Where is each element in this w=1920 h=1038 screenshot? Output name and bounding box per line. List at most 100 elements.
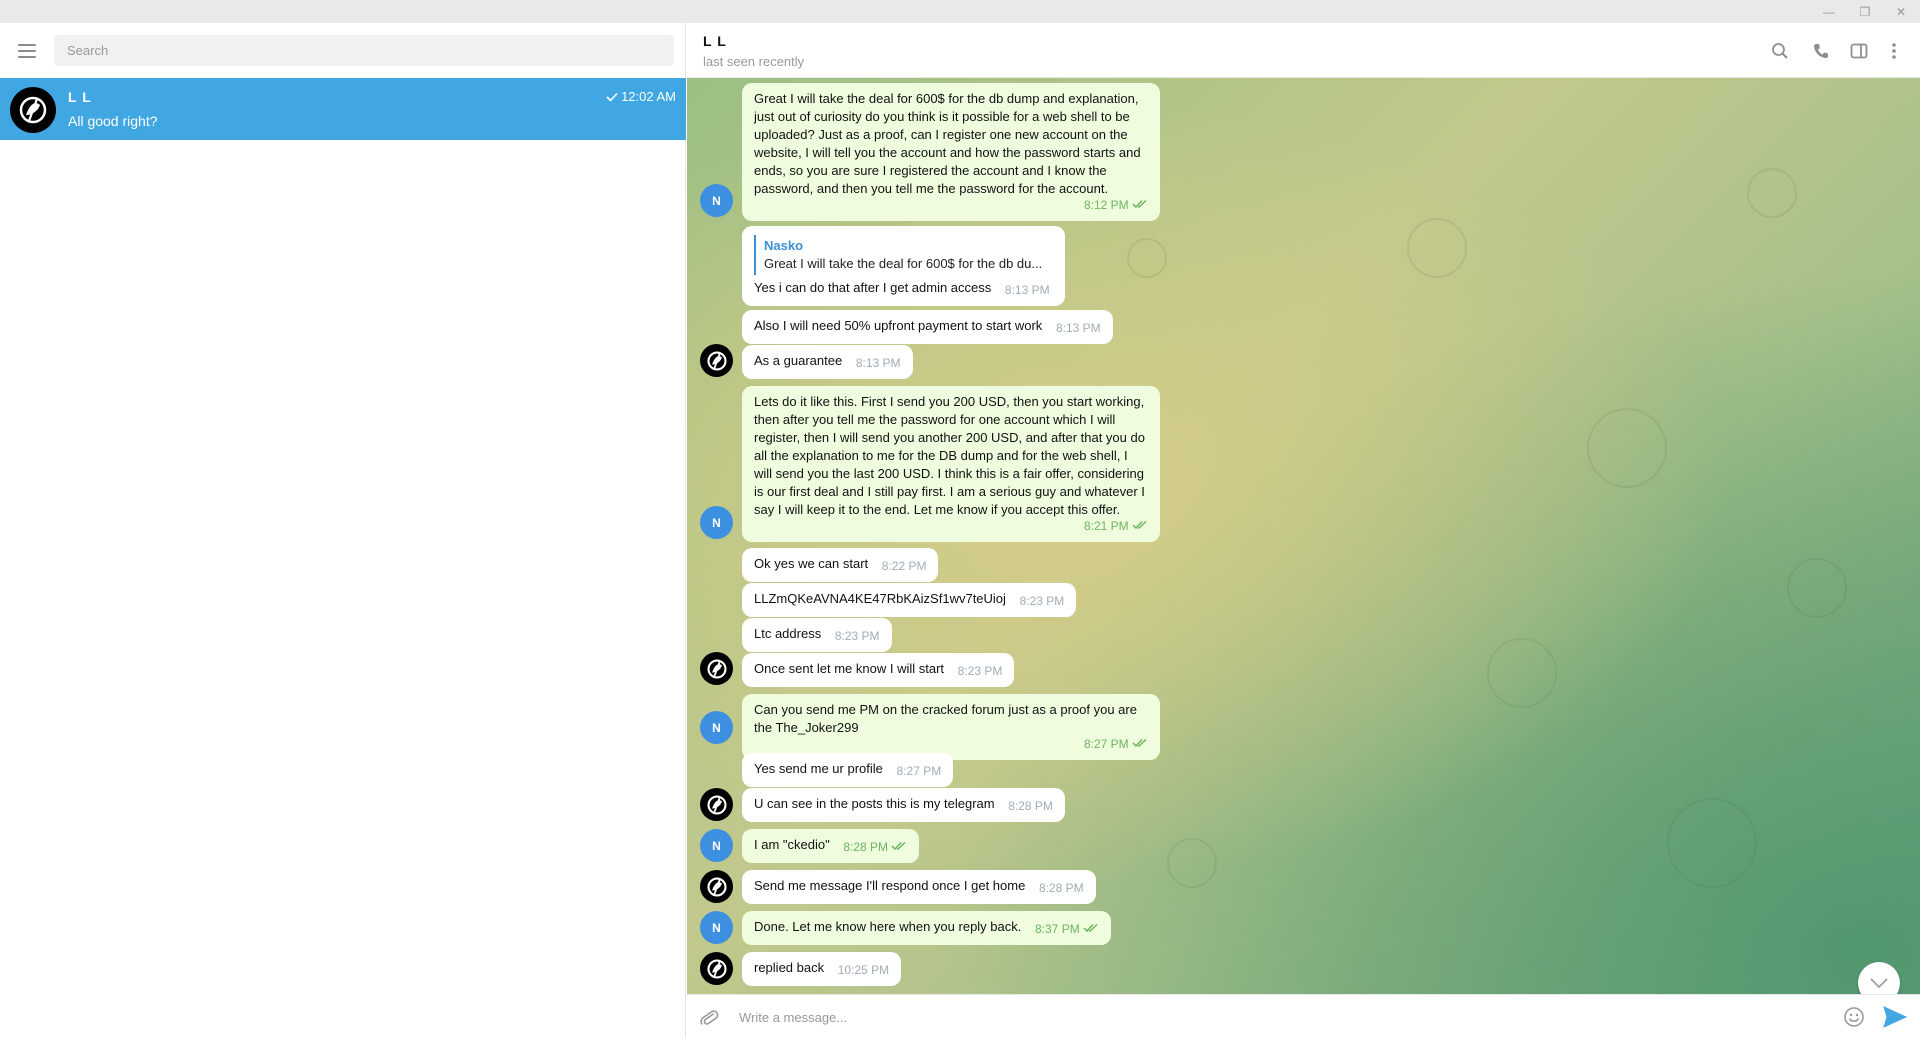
message-bubble-outgoing[interactable]: Great I will take the deal for 600$ for … — [742, 83, 1160, 221]
message-meta: 8:27 PM — [764, 735, 1148, 753]
chevron-down-icon — [1870, 978, 1888, 988]
maximize-button[interactable]: ❐ — [1847, 0, 1883, 23]
window-titlebar: — ❐ ✕ — [0, 0, 1920, 23]
more-options-icon[interactable] — [1882, 39, 1906, 63]
background-doodle — [1587, 408, 1667, 488]
message-bubble-outgoing[interactable]: Lets do it like this. First I send you 2… — [742, 386, 1160, 542]
message-bubble-incoming[interactable]: Also I will need 50% upfront payment to … — [742, 310, 1113, 344]
message-text: Great I will take the deal for 600$ for … — [754, 91, 1141, 196]
message-meta: 8:28 PM — [843, 838, 907, 856]
chat-list-item-name: L L — [68, 89, 92, 105]
message-meta: 8:37 PM — [1035, 920, 1099, 938]
sidebar-toggle-icon[interactable] — [1847, 39, 1871, 63]
message-bubble-outgoing[interactable]: Can you send me PM on the cracked forum … — [742, 694, 1160, 760]
self-avatar[interactable]: N — [700, 506, 733, 539]
emoji-icon[interactable] — [1842, 1005, 1866, 1029]
message-bubble-incoming[interactable]: Send me message I'll respond once I get … — [742, 870, 1096, 904]
double-check-icon — [1083, 923, 1098, 933]
chat-list-item-preview: All good right? — [68, 113, 158, 129]
message-time: 8:13 PM — [855, 356, 901, 370]
attach-icon[interactable] — [697, 1005, 721, 1029]
message-list[interactable]: Great I will take the deal for 600$ for … — [687, 78, 1920, 994]
message-bubble-incoming[interactable]: Yes send me ur profile 8:27 PM — [742, 753, 954, 787]
message-time: 8:13 PM — [1004, 283, 1050, 297]
message-time: 8:28 PM — [1038, 881, 1084, 895]
joker-avatar-icon[interactable] — [700, 870, 733, 903]
message-time: 8:27 PM — [896, 764, 942, 778]
phone-call-icon[interactable] — [1809, 39, 1833, 63]
conversation-pane: L L last seen recently Great I will take… — [687, 23, 1920, 1038]
joker-avatar-icon — [10, 87, 56, 133]
double-check-icon — [891, 841, 906, 851]
message-bubble-incoming[interactable]: replied back 10:25 PM — [742, 952, 902, 986]
message-text: Ok yes we can start — [754, 556, 869, 571]
send-icon[interactable] — [1882, 1004, 1908, 1030]
message-time: 8:23 PM — [834, 629, 880, 643]
message-input[interactable] — [737, 1002, 1817, 1032]
message-meta: 8:21 PM — [764, 517, 1148, 535]
message-time: 8:28 PM — [843, 840, 889, 854]
search-icon[interactable] — [1768, 39, 1792, 63]
joker-avatar-icon[interactable] — [700, 952, 733, 985]
message-time: 8:23 PM — [957, 664, 1003, 678]
message-bubble-outgoing[interactable]: I am "ckedio" 8:28 PM — [742, 829, 920, 863]
message-text: U can see in the posts this is my telegr… — [754, 796, 995, 811]
message-time: 10:25 PM — [837, 963, 890, 977]
scroll-to-bottom-button[interactable] — [1858, 962, 1900, 994]
message-text: I am "ckedio" — [754, 837, 830, 852]
message-text: Also I will need 50% upfront payment to … — [754, 318, 1043, 333]
chat-list-item-time-text: 12:02 AM — [621, 89, 676, 104]
self-avatar[interactable]: N — [700, 829, 733, 862]
message-bubble-incoming[interactable]: Ltc address 8:23 PM — [742, 618, 892, 652]
message-bubble-incoming[interactable]: LLZmQKeAVNA4KE47RbKAizSf1wv7teUioj 8:23 … — [742, 583, 1077, 617]
message-time: 8:13 PM — [1055, 321, 1101, 335]
message-text: As a guarantee — [754, 353, 843, 368]
message-time: 8:12 PM — [1083, 198, 1129, 212]
message-bubble-incoming[interactable]: Nasko Great I will take the deal for 600… — [742, 226, 1065, 306]
joker-avatar-icon[interactable] — [700, 652, 733, 685]
message-time: 8:28 PM — [1008, 799, 1053, 813]
message-time: 8:37 PM — [1035, 922, 1080, 936]
background-doodle — [1787, 558, 1847, 618]
message-meta: 8:12 PM — [764, 196, 1148, 214]
reply-quote[interactable]: Nasko Great I will take the deal for 600… — [754, 235, 1053, 275]
joker-avatar-icon[interactable] — [700, 344, 733, 377]
chat-list-item-active[interactable]: L L 12:02 AM All good right? — [0, 78, 686, 140]
message-bubble-incoming[interactable]: Ok yes we can start 8:22 PM — [742, 548, 939, 582]
double-check-icon — [1132, 520, 1147, 530]
self-avatar[interactable]: N — [700, 711, 733, 744]
self-avatar[interactable]: N — [700, 911, 733, 944]
message-time: 8:21 PM — [1083, 519, 1129, 533]
peer-name[interactable]: L L — [703, 33, 727, 49]
message-bubble-incoming[interactable]: U can see in the posts this is my telegr… — [742, 788, 1065, 822]
minimize-button[interactable]: — — [1811, 0, 1847, 23]
search-input[interactable] — [54, 35, 674, 66]
background-doodle — [1127, 238, 1167, 278]
message-text: Lets do it like this. First I send you 2… — [754, 394, 1145, 517]
joker-avatar-icon[interactable] — [700, 788, 733, 821]
message-time: 8:27 PM — [1083, 737, 1129, 751]
message-time: 8:23 PM — [1019, 594, 1065, 608]
double-check-icon — [1132, 199, 1147, 209]
message-text: Done. Let me know here when you reply ba… — [754, 919, 1022, 934]
hamburger-menu-icon[interactable] — [12, 37, 42, 65]
double-check-icon — [1132, 738, 1147, 748]
chat-list-item-time: 12:02 AM — [606, 89, 676, 104]
reply-text: Great I will take the deal for 600$ for … — [764, 256, 1043, 271]
message-bubble-incoming[interactable]: Once sent let me know I will start 8:23 … — [742, 653, 1015, 687]
message-text: replied back — [754, 960, 825, 975]
peer-status: last seen recently — [703, 54, 805, 69]
message-text: LLZmQKeAVNA4KE47RbKAizSf1wv7teUioj — [754, 591, 1006, 606]
background-doodle — [1487, 638, 1557, 708]
chat-list-pane: L L 12:02 AM All good right? — [0, 23, 686, 1038]
read-check-icon — [606, 92, 618, 102]
message-bubble-outgoing[interactable]: Done. Let me know here when you reply ba… — [742, 911, 1112, 945]
self-avatar[interactable]: N — [700, 184, 733, 217]
reply-author: Nasko — [764, 238, 804, 253]
close-button[interactable]: ✕ — [1883, 0, 1919, 23]
background-doodle — [1407, 218, 1467, 278]
message-bubble-incoming[interactable]: As a guarantee 8:13 PM — [742, 345, 913, 379]
message-text: Ltc address — [754, 626, 822, 641]
background-doodle — [1167, 838, 1217, 888]
message-text: Can you send me PM on the cracked forum … — [754, 702, 1137, 735]
